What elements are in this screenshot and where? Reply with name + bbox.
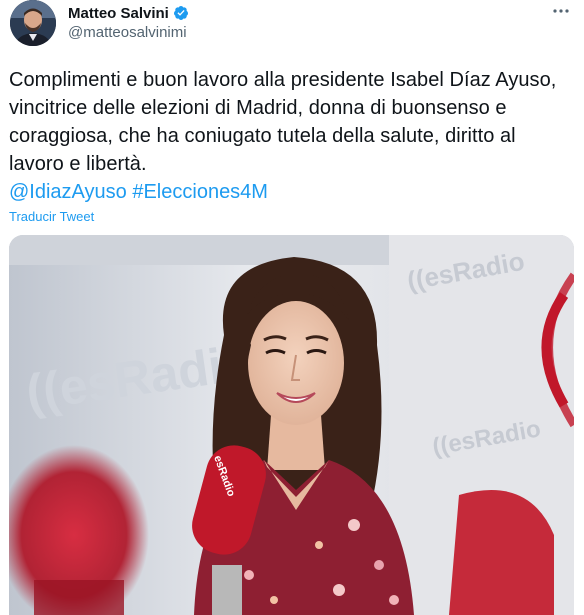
verified-badge-icon — [173, 5, 189, 21]
tweet-header: Matteo Salvini @matteosalvinimi — [0, 0, 584, 60]
avatar[interactable] — [10, 0, 56, 46]
author-name[interactable]: Matteo Salvini — [68, 5, 169, 22]
photo-image: ((esRadio ((esRadio ((esRadio esRadio — [9, 235, 574, 615]
mention-link[interactable]: @IdiazAyuso — [9, 181, 127, 203]
more-dots-icon — [553, 9, 569, 13]
avatar-image — [10, 0, 56, 46]
tweet-body: Complimenti e buon lavoro alla president… — [9, 69, 557, 175]
translate-tweet-link[interactable]: Traducir Tweet — [9, 209, 94, 224]
tweet-card: Matteo Salvini @matteosalvinimi Complime… — [0, 0, 584, 615]
tweet-text: Complimenti e buon lavoro alla president… — [9, 66, 571, 178]
author-block: Matteo Salvini @matteosalvinimi — [68, 3, 189, 41]
author-handle[interactable]: @matteosalvinimi — [68, 24, 189, 41]
name-row: Matteo Salvini — [68, 3, 189, 23]
hashtag-link[interactable]: #Elecciones4M — [132, 181, 268, 203]
tweet-links: @IdiazAyuso #Elecciones4M — [9, 178, 268, 206]
tweet-photo[interactable]: ((esRadio ((esRadio ((esRadio esRadio — [9, 235, 574, 615]
more-options-button[interactable] — [550, 4, 572, 18]
